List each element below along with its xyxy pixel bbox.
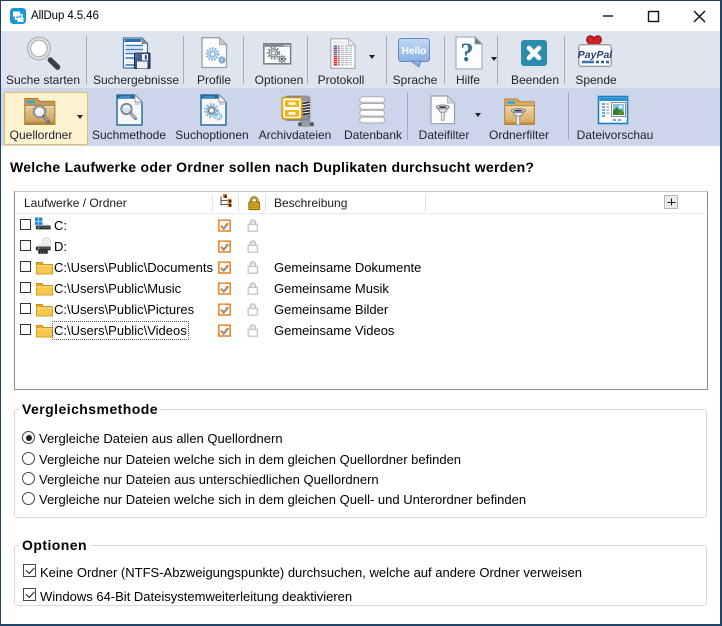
svg-text:?: ? bbox=[461, 38, 474, 67]
svg-text:PayPal: PayPal bbox=[578, 49, 614, 61]
svg-text:Hello: Hello bbox=[402, 46, 426, 57]
